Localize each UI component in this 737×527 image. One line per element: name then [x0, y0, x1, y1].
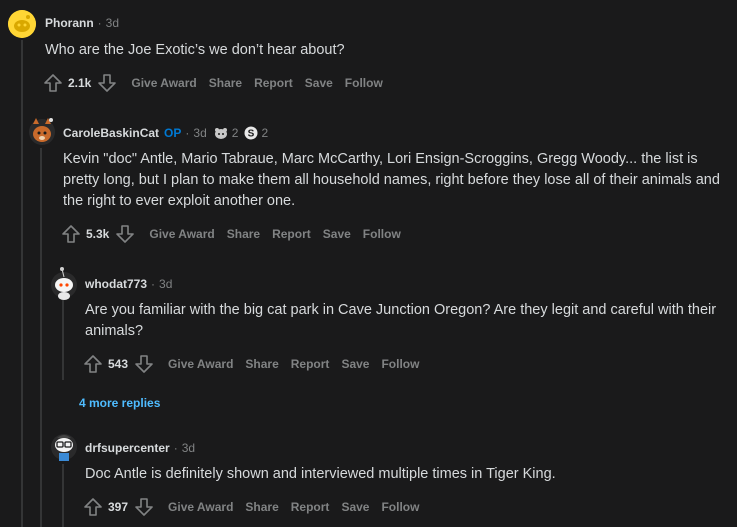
downvote-icon[interactable] — [134, 497, 154, 517]
comment-actions: 543 Give Award Share Report Save Follow — [83, 354, 431, 374]
follow-button[interactable]: Follow — [381, 500, 419, 514]
comment-meta: Phorann · 3d — [45, 16, 119, 30]
vote-count: 543 — [108, 357, 129, 371]
report-button[interactable]: Report — [254, 76, 293, 90]
save-button[interactable]: Save — [341, 500, 369, 514]
snoo-avatar-icon — [51, 267, 77, 300]
comment-meta: CaroleBaskinCat OP · 3d 2 S 2 — [63, 126, 268, 140]
vote-count: 5.3k — [86, 227, 110, 241]
thread-line[interactable] — [62, 300, 64, 380]
avatar[interactable] — [8, 10, 36, 38]
svg-text:S: S — [248, 129, 255, 140]
separator-dot: · — [97, 16, 102, 30]
report-button[interactable]: Report — [291, 500, 330, 514]
timestamp[interactable]: 3d — [106, 16, 119, 30]
award-badge[interactable]: S 2 — [244, 126, 268, 140]
give-award-button[interactable]: Give Award — [149, 227, 214, 241]
share-button[interactable]: Share — [227, 227, 260, 241]
comment-meta: drfsupercenter · 3d — [85, 441, 195, 455]
share-button[interactable]: Share — [209, 76, 242, 90]
follow-button[interactable]: Follow — [345, 76, 383, 90]
timestamp[interactable]: 3d — [193, 126, 206, 140]
timestamp[interactable]: 3d — [159, 277, 172, 291]
timestamp[interactable]: 3d — [182, 441, 195, 455]
upvote-icon[interactable] — [83, 354, 103, 374]
comment-actions: 397 Give Award Share Report Save Follow — [83, 497, 431, 517]
username[interactable]: drfsupercenter — [85, 441, 170, 455]
share-button[interactable]: Share — [245, 357, 278, 371]
snoo-avatar-icon — [29, 118, 55, 145]
thread-line[interactable] — [21, 40, 23, 527]
save-button[interactable]: Save — [341, 357, 369, 371]
vote-count: 397 — [108, 500, 129, 514]
separator-dot: · — [151, 277, 156, 291]
upvote-icon[interactable] — [43, 73, 63, 93]
award-animal-icon — [214, 128, 227, 139]
downvote-icon[interactable] — [134, 354, 154, 374]
save-button[interactable]: Save — [323, 227, 351, 241]
comment-actions: 2.1k Give Award Share Report Save Follow — [43, 73, 395, 93]
award-count: 2 — [231, 126, 239, 140]
save-button[interactable]: Save — [305, 76, 333, 90]
comment-body: Who are the Joe Exotic’s we don’t hear a… — [45, 42, 345, 58]
op-flair: OP — [164, 126, 182, 140]
username[interactable]: CaroleBaskinCat — [63, 126, 159, 140]
vote-count: 2.1k — [68, 76, 92, 90]
separator-dot: · — [173, 441, 178, 455]
comment-body: Are you familiar with the big cat park i… — [85, 302, 717, 339]
separator-dot: · — [185, 126, 190, 140]
award-badge[interactable]: 2 — [213, 126, 239, 140]
share-button[interactable]: Share — [245, 500, 278, 514]
snoo-avatar-icon — [8, 10, 36, 38]
avatar[interactable] — [49, 266, 79, 300]
snoo-avatar-icon — [51, 434, 77, 461]
follow-button[interactable]: Follow — [363, 227, 401, 241]
thread-line[interactable] — [40, 148, 42, 527]
username[interactable]: Phorann — [45, 16, 94, 30]
thread-line[interactable] — [62, 464, 64, 527]
report-button[interactable]: Report — [291, 357, 330, 371]
downvote-icon[interactable] — [97, 73, 117, 93]
comment-body: Doc Antle is definitely shown and interv… — [85, 466, 556, 482]
report-button[interactable]: Report — [272, 227, 311, 241]
give-award-button[interactable]: Give Award — [168, 357, 233, 371]
give-award-button[interactable]: Give Award — [168, 500, 233, 514]
give-award-button[interactable]: Give Award — [131, 76, 196, 90]
username[interactable]: whodat773 — [85, 277, 147, 291]
avatar[interactable] — [27, 114, 57, 148]
avatar[interactable] — [49, 428, 79, 464]
comment-meta: whodat773 · 3d — [85, 277, 172, 291]
upvote-icon[interactable] — [61, 224, 81, 244]
downvote-icon[interactable] — [115, 224, 135, 244]
comment-actions: 5.3k Give Award Share Report Save Follow — [61, 224, 413, 244]
follow-button[interactable]: Follow — [381, 357, 419, 371]
comment-body: Kevin "doc" Antle, Mario Tabraue, Marc M… — [63, 151, 720, 209]
award-count: 2 — [261, 126, 269, 140]
silver-award-icon: S — [244, 126, 258, 140]
more-replies-link[interactable]: 4 more replies — [79, 396, 160, 410]
upvote-icon[interactable] — [83, 497, 103, 517]
